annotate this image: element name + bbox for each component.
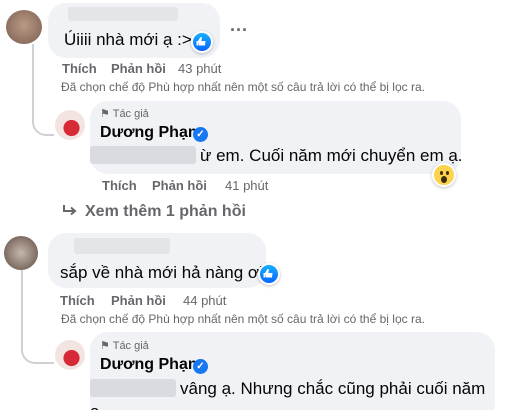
comment-reply-action[interactable]: Phản hồi [111, 293, 166, 308]
thread-connector [21, 270, 54, 364]
reply-text-line-1: vâng ạ. Nhưng chắc cũng phải cuối năm [180, 379, 486, 398]
thread-connector [32, 44, 54, 136]
filter-note: Đã chọn chế độ Phù hợp nhất nên một số c… [61, 312, 425, 326]
author-badge-label: Tác giả [112, 108, 149, 120]
reply-text: ừ em. Cuối năm mới chuyển em ạ. [200, 146, 463, 165]
commenter-avatar[interactable] [6, 10, 42, 44]
author-badge: ⚑ Tác giả [100, 339, 149, 352]
filter-note: Đã chọn chế độ Phù hợp nhất nên một số c… [61, 80, 425, 94]
reply-text-line-2: ạ [90, 402, 99, 410]
author-badge-icon: ⚑ [100, 108, 113, 120]
reply-author-name[interactable]: Dương Phạm [100, 124, 202, 142]
view-more-replies-link[interactable]: Xem thêm 1 phản hồi [85, 203, 246, 221]
verified-badge-icon: ✓ [193, 359, 208, 374]
more-options-icon[interactable]: ··· [230, 20, 248, 41]
author-badge-icon: ⚑ [100, 340, 113, 352]
comment-bubble: sắp về nhà mới hả nàng ơi [48, 233, 266, 288]
reply-reply-action[interactable]: Phản hồi [152, 178, 207, 193]
author-badge: ⚑ Tác giả [100, 107, 149, 120]
like-reaction-icon[interactable] [258, 263, 280, 285]
reply-author-name[interactable]: Dương Phạm [100, 356, 202, 374]
reply-bubble: ⚑ Tác giả Dương Phạm ✓ vâng ạ. Nhưng chắ… [90, 332, 495, 410]
reply-bubble: ⚑ Tác giả Dương Phạm ✓ ừ em. Cuối năm mớ… [90, 101, 463, 174]
comment-timestamp[interactable]: 43 phút [178, 61, 221, 76]
comment-timestamp[interactable]: 44 phút [183, 293, 226, 308]
comment-text: sắp về nhà mới hả nàng ơi [60, 263, 263, 282]
comment-like-action[interactable]: Thích [60, 293, 95, 308]
author-avatar[interactable] [55, 340, 85, 370]
wow-reaction-icon[interactable] [432, 163, 456, 187]
reply-timestamp[interactable]: 41 phút [225, 178, 268, 193]
blurred-commenter-name [68, 7, 178, 21]
comment-text: Úiiii nhà mới ạ :> [64, 30, 192, 49]
blurred-commenter-name [74, 238, 170, 254]
like-reaction-icon[interactable] [191, 31, 213, 53]
reply-arrow-icon [62, 204, 78, 218]
comment-reply-action[interactable]: Phản hồi [111, 61, 166, 76]
comment-like-action[interactable]: Thích [62, 61, 97, 76]
author-badge-label: Tác giả [112, 340, 149, 352]
commenter-avatar[interactable] [4, 236, 38, 270]
blurred-mention [90, 146, 196, 164]
verified-badge-icon: ✓ [193, 127, 208, 142]
reply-like-action[interactable]: Thích [102, 178, 137, 193]
author-avatar[interactable] [55, 110, 85, 140]
blurred-mention [90, 379, 176, 397]
